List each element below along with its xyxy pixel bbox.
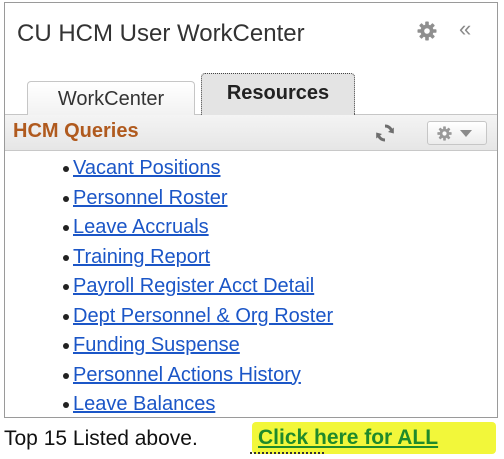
collapse-icon[interactable]: « bbox=[459, 17, 471, 41]
tab-resources[interactable]: Resources bbox=[201, 73, 355, 115]
list-item: Leave Balances bbox=[5, 391, 497, 421]
section-title: HCM Queries bbox=[13, 120, 139, 142]
gear-icon[interactable] bbox=[417, 21, 437, 41]
list-item: Payroll Register Acct Detail bbox=[5, 273, 497, 303]
query-link-payroll-register[interactable]: Payroll Register Acct Detail bbox=[73, 275, 314, 297]
list-item: Personnel Roster bbox=[5, 185, 497, 215]
bullet-icon bbox=[63, 402, 69, 408]
view-all-link[interactable]: Click here for ALL bbox=[258, 426, 438, 450]
query-link-vacant-positions[interactable]: Vacant Positions bbox=[73, 157, 221, 179]
query-link-leave-accruals[interactable]: Leave Accruals bbox=[73, 216, 209, 238]
options-dropdown-button[interactable] bbox=[427, 121, 487, 145]
chevron-down-icon bbox=[460, 130, 472, 137]
query-link-funding-suspense[interactable]: Funding Suspense bbox=[73, 334, 240, 356]
bullet-icon bbox=[63, 225, 69, 231]
list-item: Leave Accruals bbox=[5, 214, 497, 244]
list-item: Dept Personnel & Org Roster bbox=[5, 303, 497, 333]
refresh-icon[interactable] bbox=[375, 123, 395, 143]
gear-dropdown-icon bbox=[437, 126, 452, 141]
workcenter-pagelet: CU HCM User WorkCenter « WorkCenter Reso… bbox=[4, 2, 498, 418]
tab-workcenter[interactable]: WorkCenter bbox=[27, 81, 195, 115]
bullet-icon bbox=[63, 254, 69, 261]
list-item: Training Report bbox=[5, 244, 497, 274]
footer-note: Top 15 Listed above. Click here for ALL bbox=[4, 422, 502, 456]
list-item: Funding Suspense bbox=[5, 332, 497, 362]
query-link-leave-balances[interactable]: Leave Balances bbox=[73, 393, 215, 415]
bullet-icon bbox=[63, 284, 69, 290]
bullet-icon bbox=[63, 343, 69, 349]
bullet-icon bbox=[63, 195, 69, 202]
section-header: HCM Queries bbox=[5, 115, 497, 151]
query-link-personnel-actions[interactable]: Personnel Actions History bbox=[73, 364, 301, 386]
bullet-icon bbox=[63, 166, 69, 172]
footer-text: Top 15 Listed above. bbox=[4, 427, 198, 450]
query-link-personnel-roster[interactable]: Personnel Roster bbox=[73, 187, 228, 209]
tab-bar: WorkCenter Resources bbox=[5, 63, 497, 115]
query-link-dept-personnel[interactable]: Dept Personnel & Org Roster bbox=[73, 305, 333, 327]
list-item: Vacant Positions bbox=[5, 155, 497, 185]
dotted-underline bbox=[250, 452, 324, 454]
query-list: Vacant Positions Personnel Roster Leave … bbox=[5, 155, 497, 421]
pagelet-header: CU HCM User WorkCenter « bbox=[5, 3, 497, 63]
query-link-training-report[interactable]: Training Report bbox=[73, 246, 210, 268]
bullet-icon bbox=[63, 372, 69, 379]
bullet-icon bbox=[63, 313, 69, 320]
list-item: Personnel Actions History bbox=[5, 362, 497, 392]
pagelet-title: CU HCM User WorkCenter bbox=[17, 20, 305, 47]
